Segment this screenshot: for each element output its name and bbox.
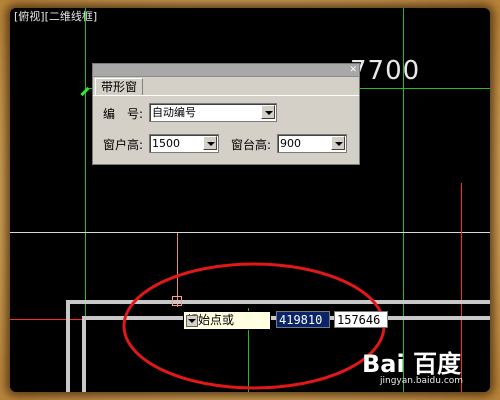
sill-height-select[interactable]: 900	[277, 134, 347, 153]
window-height-label: 窗户高:	[103, 138, 144, 152]
x-coordinate-input[interactable]: 419810	[276, 311, 330, 328]
dynamic-input-prompt: 起始点或	[183, 311, 271, 330]
sill-height-label: 窗台高:	[231, 138, 272, 152]
sill-height-value: 900	[280, 137, 301, 150]
number-select[interactable]: 自动编号	[149, 103, 277, 122]
close-icon[interactable]: ✕	[349, 64, 357, 76]
window-height-select[interactable]: 1500	[149, 134, 219, 153]
y-coordinate-input[interactable]: 157646	[334, 311, 388, 328]
dialog-titlebar[interactable]: ✕	[93, 64, 359, 77]
tab-strip-window[interactable]: 带形窗	[95, 78, 144, 96]
number-select-value: 自动编号	[152, 106, 196, 119]
window-dialog: ✕ 带形窗 编 号: 自动编号 窗户高: 1500 窗台高: 900	[92, 63, 360, 165]
dialog-body: 编 号: 自动编号 窗户高: 1500 窗台高: 900	[93, 95, 359, 164]
window-height-value: 1500	[152, 137, 180, 150]
number-label: 编 号:	[103, 107, 144, 121]
chevron-down-icon[interactable]	[331, 136, 345, 150]
watermark-logo: Bai 百度	[362, 350, 462, 378]
baidu-watermark: Bai 百度 jingyan.baidu.com	[362, 352, 463, 386]
watermark-url: jingyan.baidu.com	[380, 376, 464, 386]
chevron-down-icon[interactable]	[261, 105, 275, 119]
prompt-options-icon[interactable]	[186, 315, 198, 327]
chevron-down-icon[interactable]	[203, 136, 217, 150]
